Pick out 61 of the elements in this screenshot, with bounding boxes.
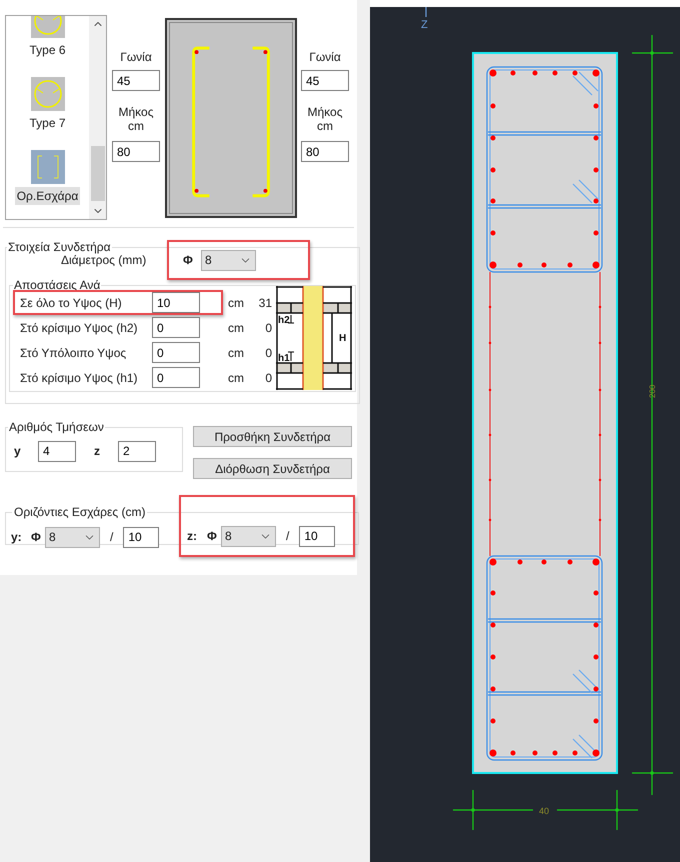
spacing-field[interactable]: 0 [152, 367, 200, 388]
width-dimension-label: 40 [539, 806, 550, 816]
diameter-dropdown[interactable]: 8 [201, 250, 256, 270]
type-list-item[interactable]: Type 7 [27, 77, 68, 132]
y-label: y [14, 443, 22, 460]
column-spacing-diagram: h2 h1 H [276, 286, 352, 390]
grid-spacing-field[interactable]: 10 [123, 526, 160, 548]
bracket-type-icon [30, 150, 64, 184]
axis-label: y: [11, 529, 23, 546]
stirrup-action-button[interactable]: Διόρθωση Συνδετήρα [193, 458, 352, 479]
scrollbar[interactable] [89, 16, 106, 219]
spacing-label: Στό Υπόλοιπο Υψος [20, 344, 128, 362]
grid-diameter-dropdown[interactable]: 8 [221, 526, 276, 546]
group-title: Αριθμός Τμήσεων [8, 419, 105, 436]
unit-label: cm [228, 294, 245, 312]
group-title: Οριζόντιες Εσχάρες (cm) [13, 504, 146, 521]
length-field[interactable]: 80 [112, 141, 160, 162]
length-unit: cm [317, 119, 333, 133]
length-label: Μήκος [308, 105, 342, 119]
spacing-field[interactable]: 0 [152, 342, 200, 363]
unit-label: cm [228, 344, 245, 362]
stirrup-count: 0 [264, 320, 272, 336]
spacing-field[interactable]: 10 [152, 292, 200, 313]
z-axis-icon [425, 7, 427, 17]
grid-diameter-dropdown[interactable]: 8 [45, 526, 100, 548]
y-sections-field[interactable]: 4 [38, 440, 76, 462]
separator-label: / [286, 528, 290, 545]
spacing-label: Στό κρίσιμο Υψος (h1) [20, 370, 139, 386]
type-list-item[interactable]: Type 6 [27, 16, 68, 59]
group-title: Στοιχεία Συνδετήρα [7, 239, 112, 255]
spacing-label: Στό κρίσιμο Υψος (h2) [20, 320, 139, 336]
group-title: Αποστάσεις Ανά [13, 277, 102, 294]
diameter-label: Διάμετρος (mm) [61, 253, 148, 269]
unit-label: cm [228, 320, 245, 336]
z-sections-field[interactable]: 2 [118, 440, 156, 462]
z-label: z [94, 443, 101, 460]
phi-label: Φ [207, 528, 218, 545]
angle-field[interactable]: 45 [301, 70, 349, 91]
phi-label: Φ [31, 529, 42, 546]
angle-field[interactable]: 45 [112, 70, 160, 91]
unit-label: cm [228, 370, 245, 386]
phi-label: Φ [183, 252, 194, 269]
spacing-label: Σε όλο το Υψος (H) [20, 294, 123, 312]
scroll-thumb[interactable] [90, 146, 104, 201]
axis-label: Z [421, 19, 428, 31]
length-unit: cm [128, 119, 144, 133]
spacing-field[interactable]: 0 [152, 317, 200, 338]
angle-label: Γωνία [309, 49, 341, 66]
height-dimension-label: 200 [648, 384, 657, 398]
grid-spacing-field[interactable]: 10 [299, 526, 336, 546]
axis-label: z: [187, 528, 198, 545]
length-field[interactable]: 80 [301, 141, 349, 162]
stirrup-action-button[interactable]: Προσθήκη Συνδετήρα [193, 426, 352, 447]
circle-type-icon [30, 77, 64, 111]
separator-label: / [110, 529, 114, 546]
stirrup-count: 0 [264, 370, 272, 386]
length-label: Μήκος [118, 105, 154, 119]
angle-label: Γωνία [120, 49, 152, 66]
type-list-item[interactable]: Ορ.Εσχάρα [14, 150, 80, 205]
stirrup-count: 31 [258, 294, 272, 312]
stirrup-count: 0 [264, 344, 272, 362]
